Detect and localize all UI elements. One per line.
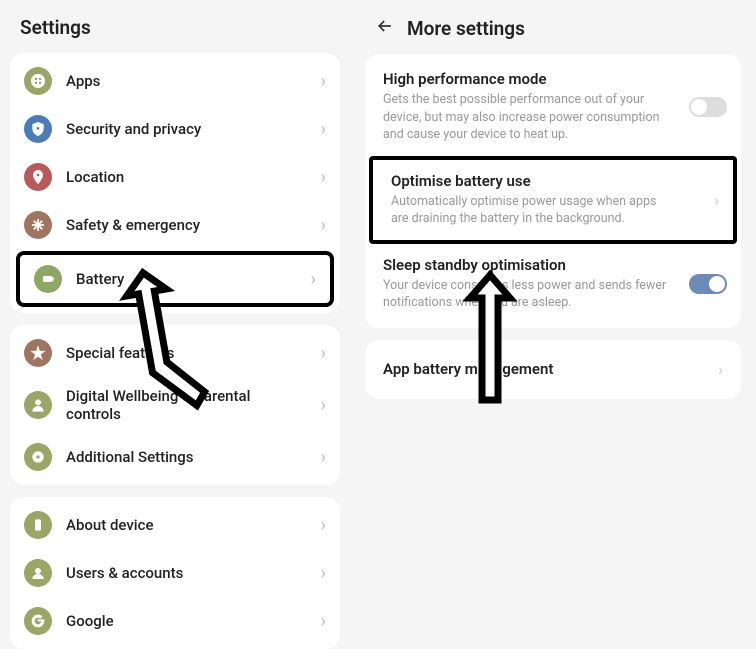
settings-item-label: Apps — [66, 72, 307, 90]
settings-item-additional[interactable]: Additional Settings › — [10, 433, 340, 481]
settings-item-label: Google — [66, 612, 307, 630]
setting-title: Optimise battery use — [391, 172, 715, 190]
app-battery-management[interactable]: App battery management › — [365, 344, 741, 395]
grid-icon — [24, 67, 52, 95]
setting-highperf[interactable]: High performance mode Gets the best possi… — [365, 58, 741, 156]
setting-description: Gets the best possible performance out o… — [383, 91, 723, 144]
settings-item-users[interactable]: Users & accounts › — [10, 549, 340, 597]
settings-item-label: Special features — [66, 344, 307, 362]
shield-icon — [24, 115, 52, 143]
highlight-annotation: Optimise battery use Automatically optimi… — [369, 156, 737, 244]
chevron-right-icon: › — [321, 167, 326, 188]
setting-description: Your device consumes less power and send… — [383, 277, 723, 312]
more-settings-screen: More settings High performance mode Gets … — [350, 0, 756, 600]
settings-item-label: Battery — [76, 270, 297, 288]
battery-icon: + — [34, 265, 62, 293]
settings-item-battery[interactable]: + Battery › — [20, 255, 330, 303]
wellbeing-icon — [24, 391, 52, 419]
chevron-right-icon: › — [321, 395, 326, 416]
highlight-annotation: + Battery › — [16, 251, 334, 307]
more-settings-title: More settings — [407, 17, 525, 40]
chevron-right-icon: › — [321, 71, 326, 92]
setting-sleep[interactable]: Sleep standby optimisation Your device co… — [365, 244, 741, 324]
chevron-right-icon: › — [714, 190, 719, 209]
google-icon — [24, 607, 52, 635]
chevron-right-icon: › — [321, 119, 326, 140]
more-settings-header: More settings — [365, 10, 741, 54]
user-icon — [24, 559, 52, 587]
settings-item-about[interactable]: About device › — [10, 501, 340, 549]
device-icon — [24, 511, 52, 539]
settings-item-label: Digital Wellbeing & parental controls — [66, 387, 307, 423]
chevron-right-icon: › — [321, 343, 326, 364]
settings-group: Special features›Digital Wellbeing & par… — [10, 325, 340, 485]
settings-item-label: Additional Settings — [66, 448, 307, 466]
app-battery-card: App battery management › — [365, 340, 741, 399]
asterisk-icon — [24, 211, 52, 239]
settings-item-wellbeing[interactable]: Digital Wellbeing & parental controls › — [10, 377, 340, 433]
chevron-right-icon: › — [311, 269, 316, 290]
settings-screen: Settings Apps›Security and privacy›Locat… — [0, 0, 350, 600]
chevron-right-icon: › — [321, 563, 326, 584]
settings-group: About device › Users & accounts › Google › — [10, 497, 340, 649]
settings-item-label: Location — [66, 168, 307, 186]
chevron-right-icon: › — [321, 515, 326, 536]
setting-title: Sleep standby optimisation — [383, 256, 723, 274]
setting-title: High performance mode — [383, 70, 723, 88]
setting-optimise[interactable]: Optimise battery use Automatically optimi… — [373, 160, 733, 240]
toggle-sleep[interactable] — [689, 274, 727, 294]
settings-item-google[interactable]: Google › — [10, 597, 340, 645]
setting-description: Automatically optimise power usage when … — [391, 193, 715, 228]
toggle-highperf[interactable] — [689, 97, 727, 117]
settings-item-label: About device — [66, 516, 307, 534]
settings-group: Apps›Security and privacy›Location›Safet… — [10, 53, 340, 313]
settings-item-security[interactable]: Security and privacy › — [10, 105, 340, 153]
star-icon — [24, 339, 52, 367]
settings-item-safety[interactable]: Safety & emergency › — [10, 201, 340, 249]
settings-item-location[interactable]: Location › — [10, 153, 340, 201]
settings-header: Settings — [10, 10, 340, 53]
chevron-right-icon: › — [321, 215, 326, 236]
settings-title: Settings — [20, 16, 91, 39]
chevron-right-icon: › — [718, 360, 723, 379]
chevron-right-icon: › — [321, 611, 326, 632]
settings-item-label: Security and privacy — [66, 120, 307, 138]
chevron-right-icon: › — [321, 447, 326, 468]
settings-item-label: Users & accounts — [66, 564, 307, 582]
gear-icon — [24, 443, 52, 471]
settings-item-label: Safety & emergency — [66, 216, 307, 234]
settings-item-special[interactable]: Special features › — [10, 329, 340, 377]
power-settings-card: High performance mode Gets the best possi… — [365, 54, 741, 328]
settings-item-apps[interactable]: Apps › — [10, 57, 340, 105]
back-icon[interactable] — [375, 16, 395, 40]
pin-icon — [24, 163, 52, 191]
app-battery-label: App battery management — [383, 360, 718, 378]
